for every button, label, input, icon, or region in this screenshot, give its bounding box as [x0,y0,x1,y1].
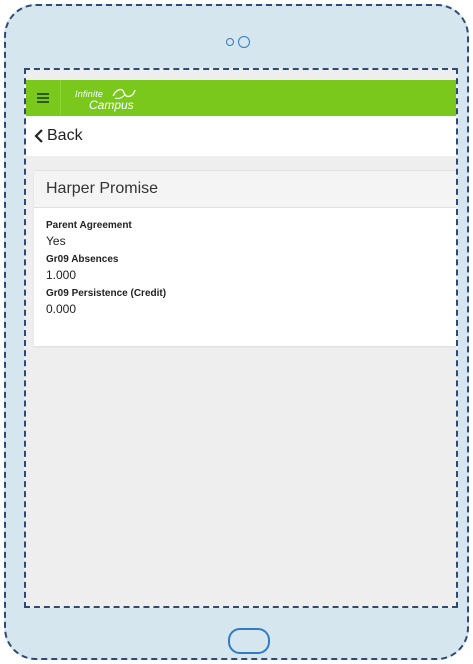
logo-swoosh-icon [112,88,136,99]
field-label-gr09-persistence: Gr09 Persistence (Credit) [46,288,167,299]
camera-lens [238,36,250,48]
logo-text-campus: Campus [89,98,134,112]
back-label: Back [47,127,83,144]
camera-sensor [226,38,234,46]
app-header: Infinite Campus [26,80,456,116]
card-title: Harper Promise [46,180,159,197]
field-value-gr09-persistence: 0.000 [46,302,77,316]
home-button[interactable] [228,628,270,654]
field-label-parent-agreement: Parent Agreement [46,220,132,231]
field-value-parent-agreement: Yes [46,234,66,248]
chevron-left-icon [34,129,43,143]
back-bar: Back [26,116,456,156]
field-value-gr09-absences: 1.000 [46,268,77,282]
back-button[interactable]: Back [34,127,83,145]
card-header: Harper Promise [34,171,456,208]
infinite-campus-logo: Infinite Campus [75,80,155,116]
card-body: Parent Agreement Yes Gr09 Absences 1.000… [34,208,456,324]
harper-promise-card: Harper Promise Parent Agreement Yes Gr09… [34,170,456,346]
hamburger-icon [37,93,49,103]
app-screen: Infinite Campus Back Harper Promise Pare… [24,68,458,608]
menu-button[interactable] [26,80,61,116]
field-label-gr09-absences: Gr09 Absences [46,254,119,265]
